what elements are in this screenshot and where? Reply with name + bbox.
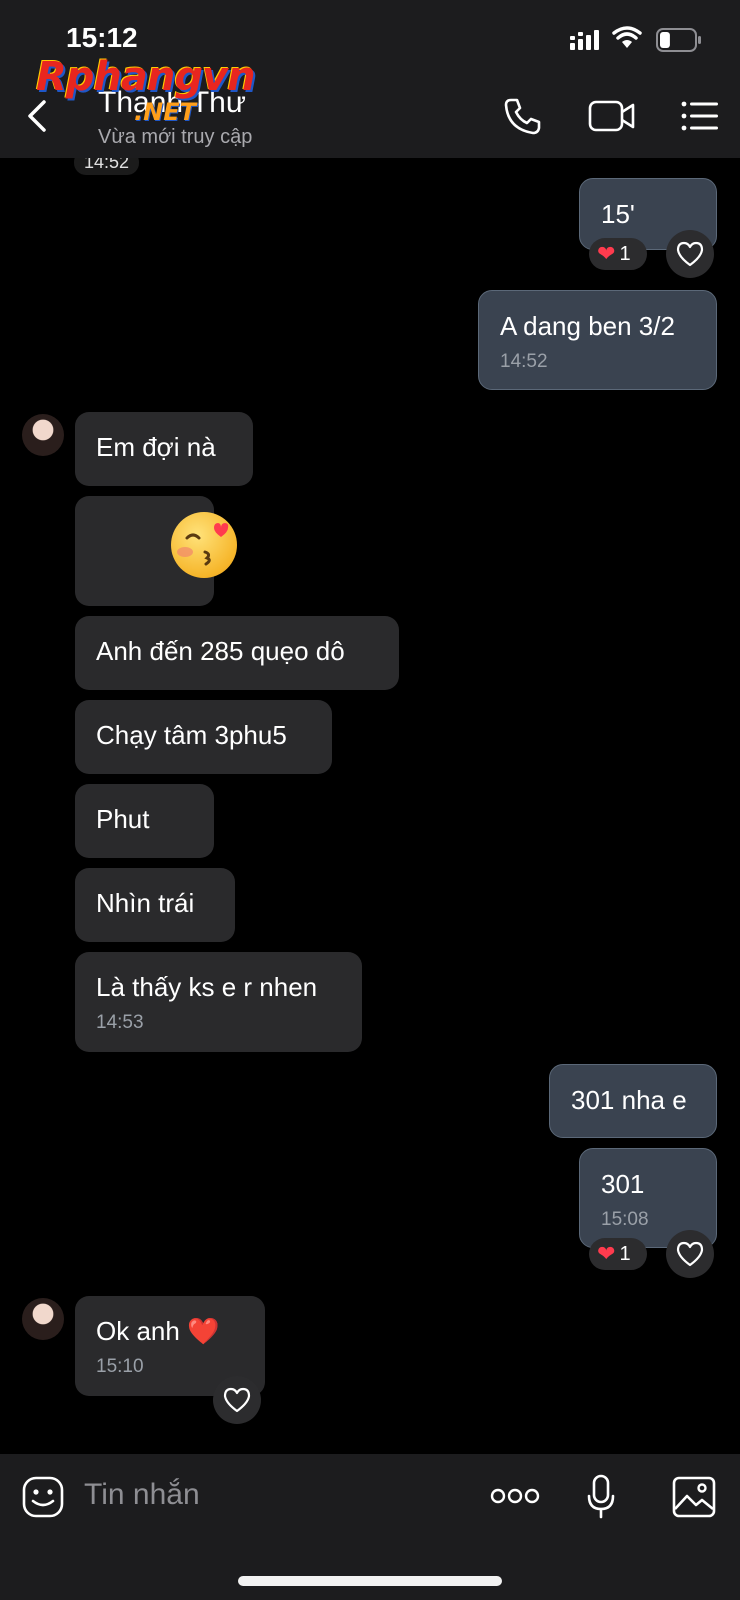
message-text: A dang ben 3/2 <box>500 311 675 341</box>
reaction-badge[interactable]: ❤ 1 <box>589 1238 647 1270</box>
status-bar: 15:12 <box>0 0 740 80</box>
gallery-icon[interactable] <box>672 1476 716 1518</box>
contact-status: Vừa mới truy cập <box>98 126 253 148</box>
back-chevron-icon[interactable] <box>24 98 48 134</box>
message-bubble-incoming[interactable]: Là thấy ks e r nhen 14:53 <box>75 952 362 1052</box>
message-bubble-incoming[interactable]: Anh đến 285 quẹo dô <box>75 616 399 690</box>
message-list[interactable]: 14:52 15' ❤ 1 A dang ben 3/2 14:52 Em đợ… <box>0 158 740 1454</box>
message-text: Nhìn trái <box>96 888 195 918</box>
reaction-count: 1 <box>619 242 631 265</box>
message-bubble-incoming[interactable]: Chạy tâm 3phu5 <box>75 700 332 774</box>
message-bubble-incoming[interactable]: Em đợi nà <box>75 412 253 486</box>
kissing-face-heart-eyes-icon <box>171 512 237 578</box>
heart-outline-icon <box>223 1387 251 1413</box>
reaction-count: 1 <box>619 1242 631 1265</box>
wifi-icon <box>612 26 642 48</box>
microphone-icon[interactable] <box>586 1474 616 1520</box>
message-bubble-incoming[interactable]: Nhìn trái <box>75 868 235 942</box>
message-text: 301 nha e <box>571 1085 687 1115</box>
video-call-icon[interactable] <box>588 96 636 136</box>
message-text: Em đợi nà <box>96 432 216 462</box>
react-heart-button[interactable] <box>213 1376 261 1424</box>
message-bubble-outgoing[interactable]: 301 nha e <box>549 1064 717 1138</box>
heart-reaction-icon: ❤ <box>597 241 616 266</box>
message-text: Anh đến 285 quẹo dô <box>96 636 345 666</box>
signal-icon <box>570 30 599 50</box>
phone-icon[interactable] <box>502 96 542 136</box>
message-time: 15:08 <box>601 1209 649 1230</box>
message-time: 15:10 <box>96 1356 144 1377</box>
contact-avatar[interactable] <box>22 1298 64 1340</box>
message-text: 301 <box>601 1169 645 1199</box>
home-indicator[interactable] <box>238 1576 502 1586</box>
message-text: Phut <box>96 804 150 834</box>
battery-icon <box>656 28 701 52</box>
status-time: 15:12 <box>66 22 138 53</box>
message-bubble-outgoing[interactable]: A dang ben 3/2 14:52 <box>478 290 717 390</box>
more-icon[interactable] <box>490 1486 540 1506</box>
react-heart-button[interactable] <box>666 1230 714 1278</box>
sticker-icon[interactable] <box>22 1476 64 1518</box>
contact-avatar[interactable] <box>22 414 64 456</box>
message-time: 14:53 <box>96 1012 144 1033</box>
reaction-badge[interactable]: ❤ 1 <box>589 238 647 270</box>
heart-reaction-icon: ❤ <box>597 1241 616 1266</box>
message-text: Ok anh ❤️ <box>96 1316 220 1346</box>
message-bubble-incoming[interactable] <box>75 496 237 606</box>
message-text: Chạy tâm 3phu5 <box>96 720 287 750</box>
heart-outline-icon <box>676 1241 704 1267</box>
react-heart-button[interactable] <box>666 230 714 278</box>
menu-list-icon[interactable] <box>680 96 720 136</box>
message-time: 14:52 <box>500 351 548 372</box>
message-bubble-incoming[interactable]: Phut <box>75 784 214 858</box>
message-text: 15' <box>601 199 635 229</box>
message-time: 14:52 <box>74 158 140 175</box>
contact-name[interactable]: Thanh Thư <box>98 86 246 120</box>
chat-header: Thanh Thư Vừa mới truy cập <box>0 80 740 158</box>
heart-outline-icon <box>676 241 704 267</box>
message-text: Là thấy ks e r nhen <box>96 972 318 1002</box>
message-input[interactable]: Tin nhắn <box>84 1478 200 1512</box>
